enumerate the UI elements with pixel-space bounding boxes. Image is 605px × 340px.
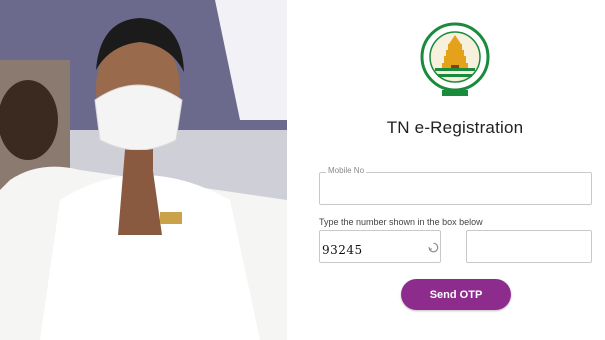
send-otp-button[interactable]: Send OTP [401,279,511,310]
captcha-instruction: Type the number shown in the box below [319,217,483,227]
refresh-icon[interactable] [428,240,439,253]
captcha-answer-input[interactable] [466,230,592,263]
captcha-code: 93245 [322,243,363,257]
mobile-number-field[interactable] [319,172,592,205]
person-photo [0,0,287,340]
mobile-number-label: Mobile No [326,166,367,175]
tamil-nadu-emblem-icon [420,22,490,100]
page-title: TN e-Registration [386,118,524,137]
